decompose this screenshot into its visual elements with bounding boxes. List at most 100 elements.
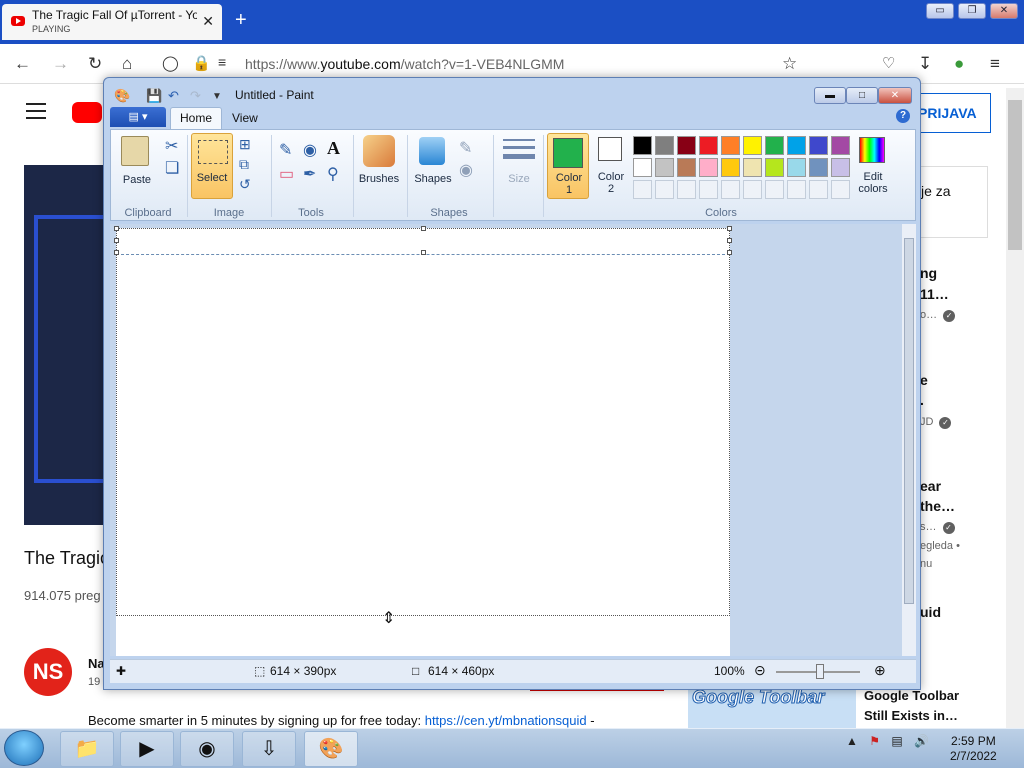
tab-view[interactable]: View: [232, 111, 258, 125]
color2-button[interactable]: Color 2: [593, 133, 629, 199]
related-video-1-title2[interactable]: 11…: [920, 286, 949, 302]
menu-icon[interactable]: ≡: [990, 54, 1000, 74]
related-video-3-title[interactable]: ear: [920, 478, 941, 494]
paste-button[interactable]: Paste: [117, 134, 157, 194]
palette-swatch[interactable]: [831, 158, 850, 177]
custom-color-slot[interactable]: [699, 180, 718, 199]
palette-swatch[interactable]: [809, 136, 828, 155]
google-toolbar-video-title[interactable]: Google Toolbar Still Exists in…: [864, 686, 959, 726]
edit-colors-button[interactable]: Edit colors: [853, 133, 893, 199]
palette-swatch[interactable]: [765, 136, 784, 155]
text-icon[interactable]: A: [327, 138, 340, 159]
color1-button[interactable]: Color 1: [547, 133, 589, 199]
taskbar-explorer-icon[interactable]: 📁: [60, 731, 114, 767]
home-icon[interactable]: ⌂: [122, 54, 132, 74]
palette-swatch[interactable]: [809, 158, 828, 177]
customize-qat-icon[interactable]: ▼: [212, 91, 222, 102]
network-icon[interactable]: ▤: [891, 734, 902, 748]
resize-icon[interactable]: ⧉: [239, 156, 249, 173]
save-icon[interactable]: 💾: [146, 88, 162, 104]
cut-icon[interactable]: ✂: [165, 136, 178, 156]
resize-handle[interactable]: [421, 250, 426, 255]
shapes-button[interactable]: Shapes: [411, 133, 455, 199]
palette-swatch[interactable]: [743, 158, 762, 177]
palette-swatch[interactable]: [699, 136, 718, 155]
palette-swatch[interactable]: [677, 136, 696, 155]
volume-icon[interactable]: 🔊: [914, 734, 929, 748]
action-center-icon[interactable]: ⚑: [869, 734, 880, 748]
custom-color-slot[interactable]: [721, 180, 740, 199]
palette-swatch[interactable]: [831, 136, 850, 155]
paint-titlebar[interactable]: [104, 78, 920, 108]
help-icon[interactable]: ?: [896, 109, 910, 123]
resize-handle[interactable]: [114, 238, 119, 243]
resize-handle[interactable]: [727, 238, 732, 243]
resize-handle[interactable]: [727, 226, 732, 231]
palette-swatch[interactable]: [765, 158, 784, 177]
video-player[interactable]: [24, 165, 110, 525]
google-toolbar-thumbnail[interactable]: Google Toolbar: [688, 688, 856, 728]
fill-icon[interactable]: ◉: [303, 140, 317, 160]
palette-swatch[interactable]: [655, 158, 674, 177]
taskbar-download-manager-icon[interactable]: ⇩: [242, 731, 296, 767]
size-button[interactable]: Size: [497, 133, 541, 199]
custom-color-slot[interactable]: [765, 180, 784, 199]
outline-icon[interactable]: ✎: [459, 138, 472, 158]
channel-avatar[interactable]: NS: [24, 648, 72, 696]
palette-swatch[interactable]: [787, 158, 806, 177]
custom-color-slot[interactable]: [809, 180, 828, 199]
pencil-icon[interactable]: ✎: [279, 140, 292, 160]
palette-swatch[interactable]: [655, 136, 674, 155]
youtube-menu-icon[interactable]: [26, 103, 46, 119]
tab-close-icon[interactable]: ✕: [202, 13, 214, 30]
taskbar-paint-icon[interactable]: 🎨: [304, 731, 358, 767]
permissions-icon[interactable]: ≡: [218, 54, 226, 70]
copy-icon[interactable]: ❏: [165, 158, 179, 178]
magnifier-icon[interactable]: ⚲: [327, 164, 339, 184]
forward-icon[interactable]: →: [52, 54, 69, 74]
select-button[interactable]: Select: [191, 133, 233, 199]
paint-close-button[interactable]: ✕: [878, 87, 912, 104]
back-icon[interactable]: ←: [14, 54, 31, 74]
browser-restore-button[interactable]: ❐: [958, 3, 986, 19]
bookmark-star-icon[interactable]: ☆: [782, 54, 797, 74]
related-video-1-title[interactable]: ng: [920, 265, 937, 281]
browser-minimize-button[interactable]: ▭: [926, 3, 954, 19]
browser-tab-active[interactable]: The Tragic Fall Of µTorrent - YouTube PL…: [2, 4, 222, 40]
shield-icon[interactable]: ◯: [162, 54, 179, 72]
resize-handle[interactable]: [421, 226, 426, 231]
zoom-in-icon[interactable]: ⊕: [874, 662, 886, 679]
lock-icon[interactable]: 🔒: [192, 54, 211, 72]
crop-icon[interactable]: ⊞: [239, 136, 251, 153]
color-picker-icon[interactable]: ✒: [303, 164, 316, 184]
browser-close-button[interactable]: ✕: [990, 3, 1018, 19]
taskbar-clock[interactable]: 2:59 PM 2/7/2022: [950, 734, 997, 764]
drawing-canvas[interactable]: [116, 228, 730, 616]
palette-swatch[interactable]: [721, 158, 740, 177]
palette-swatch[interactable]: [721, 136, 740, 155]
pocket-icon[interactable]: ♡: [882, 54, 895, 72]
zoom-slider-thumb[interactable]: [816, 664, 824, 679]
custom-color-slot[interactable]: [677, 180, 696, 199]
tray-expand-icon[interactable]: ▲: [846, 734, 858, 748]
description-link[interactable]: https://cen.yt/mbnationsquid: [425, 713, 587, 728]
reload-icon[interactable]: ↻: [88, 54, 102, 74]
youtube-logo[interactable]: [72, 102, 102, 123]
file-menu-button[interactable]: ▤ ▾: [110, 107, 166, 127]
custom-color-slot[interactable]: [787, 180, 806, 199]
fill-shape-icon[interactable]: ◉: [459, 160, 473, 180]
custom-color-slot[interactable]: [831, 180, 850, 199]
custom-color-slot[interactable]: [743, 180, 762, 199]
related-video-4-title[interactable]: uid: [920, 604, 941, 620]
palette-swatch[interactable]: [787, 136, 806, 155]
palette-swatch[interactable]: [633, 158, 652, 177]
resize-handle[interactable]: [114, 250, 119, 255]
palette-swatch[interactable]: [677, 158, 696, 177]
url-text[interactable]: https://www.youtube.com/watch?v=1-VEB4NL…: [245, 56, 564, 72]
resize-handle[interactable]: [727, 250, 732, 255]
start-button[interactable]: [4, 730, 44, 766]
custom-color-slot[interactable]: [655, 180, 674, 199]
taskbar-media-player-icon[interactable]: ▶: [120, 731, 174, 767]
palette-swatch[interactable]: [743, 136, 762, 155]
new-tab-button[interactable]: +: [235, 10, 247, 30]
